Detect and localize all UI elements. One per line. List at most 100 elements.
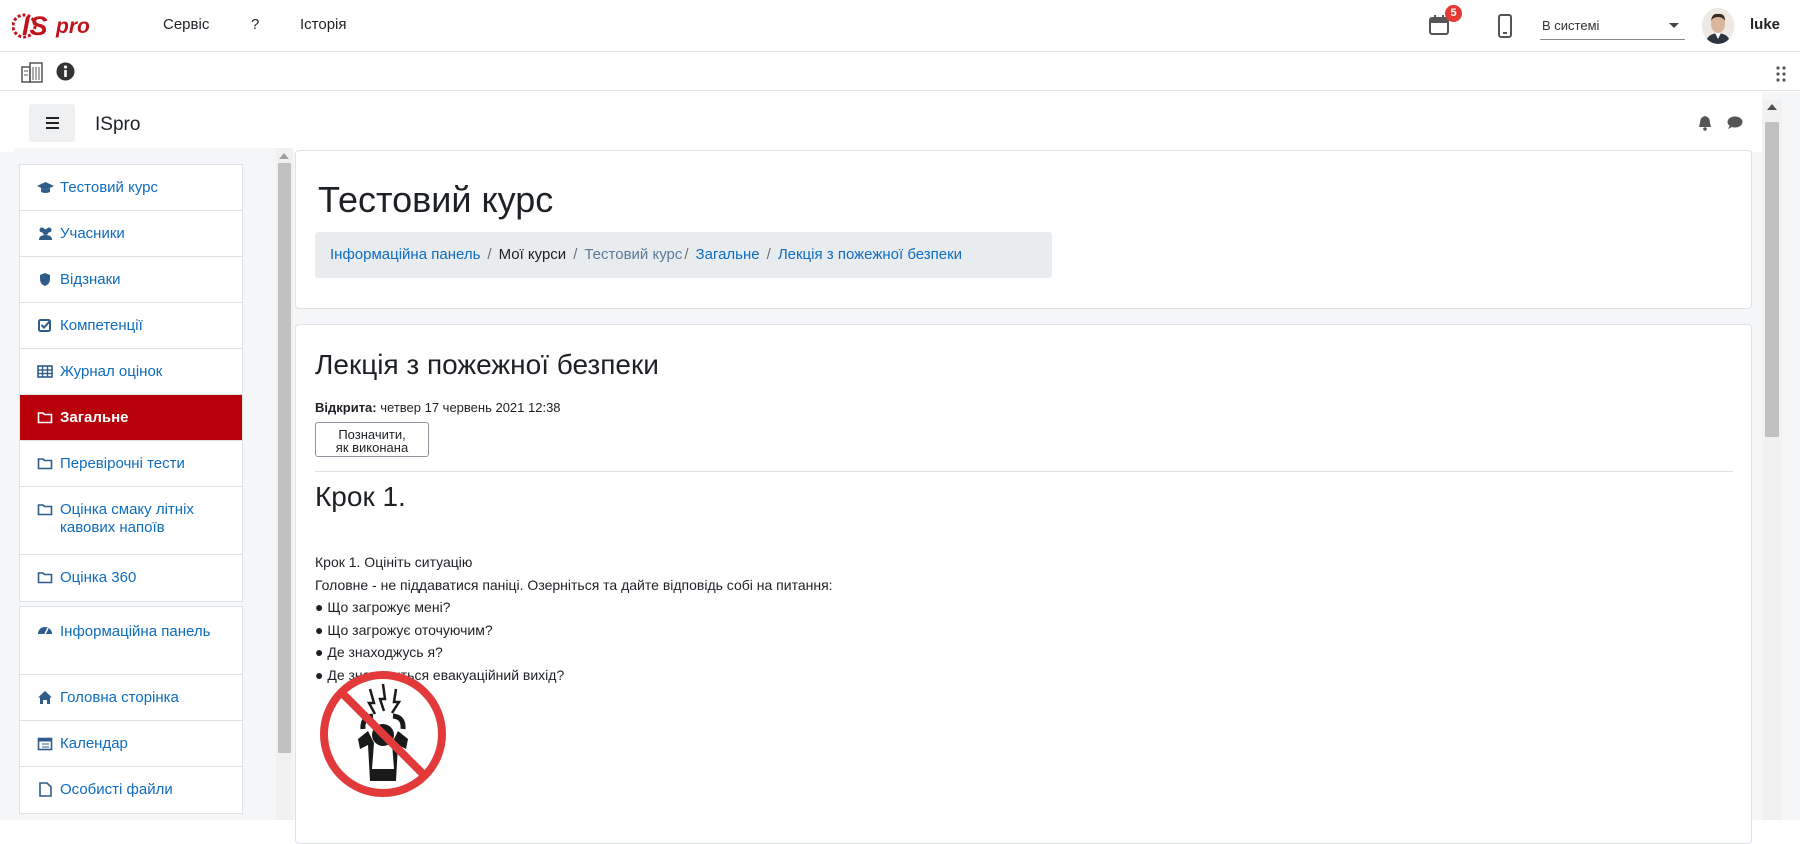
- page-title: Тестовий курс: [318, 179, 554, 220]
- sidebar-item-label: Оцінка смаку літніх кавових напоїв: [60, 501, 194, 536]
- content-frame: ISpro Тестовий курс Учасники Відзнаки Ко…: [0, 92, 1800, 844]
- info-icon[interactable]: [56, 62, 75, 81]
- menu-servis[interactable]: Сервіс: [163, 16, 209, 33]
- username[interactable]: luke: [1750, 16, 1780, 33]
- file-icon: [39, 782, 52, 797]
- sidebar-item-competencies[interactable]: Компетенції: [20, 303, 242, 349]
- no-panic-sign-icon: [320, 671, 446, 797]
- breadcrumb: Інформаційна панель / Мої курси / Тестовий к…: [315, 232, 1052, 278]
- sidebar-item-label: Особисті файли: [60, 781, 173, 798]
- graduation-cap-icon: [37, 182, 54, 193]
- chat-icon[interactable]: [1727, 116, 1743, 130]
- breadcrumb-separator: /: [487, 246, 492, 263]
- avatar[interactable]: [1702, 8, 1734, 44]
- body-line: Головне - не піддаватися паніці. Озерніт…: [315, 576, 833, 593]
- folder-icon: [37, 458, 53, 470]
- svg-text:IS: IS: [22, 11, 48, 41]
- home-icon: [38, 691, 52, 704]
- status-select[interactable]: В системі: [1540, 12, 1685, 40]
- breadcrumb-dashboard[interactable]: Інформаційна панель: [330, 246, 480, 263]
- hamburger-icon-line: [46, 122, 59, 124]
- breadcrumb-my-courses: Мої курси: [498, 246, 567, 263]
- users-icon: [39, 227, 52, 240]
- mark-done-line2: як виконана: [335, 440, 409, 455]
- breadcrumb-section[interactable]: Загальне: [696, 246, 760, 263]
- sidebar-item-label: Головна сторінка: [60, 689, 179, 706]
- mark-done-button[interactable]: Позначити, як виконана: [315, 422, 429, 457]
- sidebar-item-dashboard[interactable]: Інформаційна панель: [20, 607, 242, 675]
- course-navbar: ISpro: [0, 92, 1762, 152]
- sidebar-item-label: Журнал оцінок: [60, 363, 163, 380]
- course-header-card: Тестовий курс Інформаційна панель / Мої ку…: [295, 150, 1752, 309]
- secondary-toolbar: [0, 53, 1800, 91]
- sidebar-item-general[interactable]: Загальне: [20, 395, 242, 441]
- menu-help[interactable]: ?: [251, 16, 259, 33]
- sidebar-item-coffee[interactable]: Оцінка смаку літніх кавових напоїв: [20, 487, 242, 555]
- grid-dots-icon[interactable]: [1775, 65, 1787, 83]
- phone-icon[interactable]: [1498, 14, 1512, 38]
- breadcrumb-separator: /: [573, 246, 578, 263]
- sidebar-item-360[interactable]: Оцінка 360: [20, 555, 242, 601]
- breadcrumb-course[interactable]: Тестовий курс: [584, 246, 682, 263]
- breadcrumb-separator: /: [766, 246, 771, 263]
- body-line: Крок 1. Оцініть ситуацію: [315, 554, 473, 570]
- folder-icon: [37, 504, 53, 516]
- sidebar-item-calendar[interactable]: Календар: [20, 721, 242, 767]
- sidebar-item-home[interactable]: Головна сторінка: [20, 675, 242, 721]
- sidebar-item-label: Загальне: [60, 409, 129, 426]
- lesson-body: Крок 1. Оцініть ситуацію Головне - не пі…: [315, 551, 833, 686]
- sidebar-item-label: Компетенції: [60, 317, 143, 334]
- sidebar-item-label: Тестовий курс: [60, 179, 159, 196]
- sidebar-item-label: Інформаційна панель: [60, 623, 211, 640]
- sidebar-item-label: Календар: [60, 735, 128, 752]
- sidebar-item-participants[interactable]: Учасники: [20, 211, 242, 257]
- sidebar-item-course[interactable]: Тестовий курс: [20, 165, 242, 211]
- step-heading: Крок 1.: [315, 481, 406, 512]
- scroll-up-arrow-icon[interactable]: [1767, 104, 1777, 110]
- folder-icon: [37, 572, 53, 584]
- lesson-title: Лекція з пожежної безпеки: [315, 349, 659, 380]
- opened-date: Відкрита: четвер 17 червень 2021 12:38: [315, 400, 561, 415]
- sidebar-item-label: Перевірочні тести: [60, 455, 185, 472]
- site-brand[interactable]: ISpro: [95, 114, 140, 136]
- ispro-logo[interactable]: IS pro: [12, 2, 96, 48]
- notification-badge: 5: [1445, 5, 1462, 22]
- folder-icon: [37, 412, 53, 424]
- site-nav-list: Інформаційна панель Головна сторінка Кал…: [19, 606, 243, 814]
- sidebar-item-label: Відзнаки: [60, 271, 121, 288]
- page-scrollbar[interactable]: [1762, 100, 1782, 820]
- table-icon: [37, 365, 53, 378]
- checkbox-icon: [38, 319, 51, 332]
- building-icon[interactable]: [20, 61, 44, 83]
- drawer-scrollbar[interactable]: [276, 148, 293, 820]
- svg-text:pro: pro: [55, 15, 90, 38]
- course-nav-list: Тестовий курс Учасники Відзнаки Компетен…: [19, 164, 243, 602]
- hamburger-icon-line: [46, 127, 59, 129]
- menu-history[interactable]: Історія: [300, 16, 347, 33]
- chevron-down-icon: [1669, 23, 1679, 28]
- sidebar-item-files[interactable]: Особисті файли: [20, 767, 242, 813]
- breadcrumb-current[interactable]: Лекція з пожежної безпеки: [778, 246, 962, 263]
- body-line: ● Що загрожує оточуючим?: [315, 621, 493, 638]
- sidebar-item-grades[interactable]: Журнал оцінок: [20, 349, 242, 395]
- sidebar-item-badges[interactable]: Відзнаки: [20, 257, 242, 303]
- dashboard-icon: [38, 627, 52, 635]
- status-value: В системі: [1542, 18, 1600, 33]
- menu-toggle-button[interactable]: [29, 104, 75, 142]
- body-line: ● Де знаходжусь я?: [315, 644, 443, 660]
- divider: [315, 471, 1733, 472]
- drawer-scrollbar-thumb[interactable]: [278, 163, 291, 753]
- opened-value: четвер 17 червень 2021 12:38: [380, 400, 561, 415]
- sidebar-item-label: Учасники: [60, 225, 125, 242]
- opened-label: Відкрита:: [315, 400, 377, 415]
- scrollbar-thumb[interactable]: [1765, 122, 1779, 437]
- breadcrumb-separator: /: [684, 246, 689, 263]
- scroll-up-arrow-icon[interactable]: [279, 153, 289, 159]
- top-app-bar: IS pro Сервіс ? Історія 5 В системі luke: [0, 0, 1800, 52]
- bell-icon[interactable]: [1698, 115, 1712, 131]
- sidebar-item-tests[interactable]: Перевірочні тести: [20, 441, 242, 487]
- shield-icon: [40, 273, 50, 286]
- hamburger-icon: [46, 117, 59, 119]
- calendar-icon: [37, 737, 53, 751]
- lesson-card: Лекція з пожежної безпеки Відкрита: четв…: [295, 324, 1752, 844]
